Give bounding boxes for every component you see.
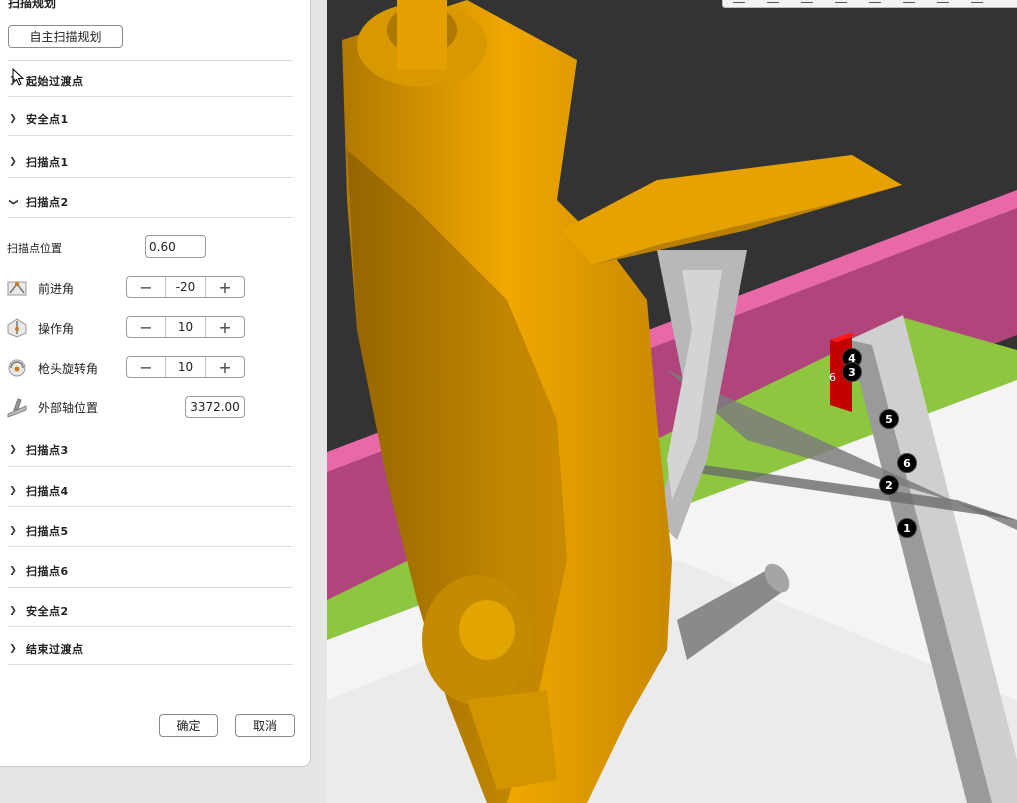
external-axis-label: 外部轴位置 (38, 401, 99, 415)
chevron-right-icon: ❯ (9, 566, 17, 576)
confirm-button[interactable]: 确定 (159, 714, 218, 737)
divider (8, 587, 293, 588)
section-label: 扫描点5 (26, 525, 69, 538)
divider (8, 96, 293, 97)
scan-marker-label: 6 (829, 371, 836, 384)
section-safe-point-2[interactable]: ❯ 安全点2 (0, 600, 300, 622)
section-label: 扫描点2 (26, 196, 69, 209)
robot-top-post (397, 0, 447, 70)
external-axis-icon (7, 398, 27, 418)
toolbar-icon[interactable] (835, 0, 847, 3)
scan-position-label: 扫描点位置 (7, 242, 62, 255)
3d-viewport[interactable]: 4 3 6 5 6 2 1 (327, 0, 1017, 803)
section-scan-point-2[interactable]: ❯ 扫描点2 (0, 191, 300, 213)
advance-angle-icon (7, 281, 27, 296)
increment-button[interactable]: + (206, 317, 244, 337)
scan-planning-panel: 扫描规划 自主扫描规划 ❯ 起始过渡点 ❯ 安全点1 ❯ 扫描点1 ❯ 扫描点2… (0, 0, 311, 767)
divider (8, 664, 293, 665)
divider (8, 546, 293, 547)
divider (8, 135, 293, 136)
increment-button[interactable]: + (206, 277, 244, 297)
section-label: 起始过渡点 (26, 75, 84, 88)
scan-marker[interactable]: 2 (879, 475, 899, 495)
advance-angle-value[interactable]: -20 (165, 277, 206, 297)
section-scan-point-3[interactable]: ❯ 扫描点3 (0, 439, 300, 461)
torch-rotation-stepper: − 10 + (126, 356, 245, 378)
auto-scan-planning-button[interactable]: 自主扫描规划 (8, 25, 123, 48)
work-angle-label: 操作角 (38, 322, 75, 336)
section-label: 扫描点3 (26, 444, 69, 457)
cancel-button[interactable]: 取消 (235, 714, 295, 737)
divider (8, 177, 293, 178)
chevron-right-icon: ❯ (9, 445, 17, 455)
viewport-toolbar (722, 0, 1017, 8)
chevron-right-icon: ❯ (9, 76, 17, 86)
robot-lower-joint-bore (459, 600, 515, 660)
section-start-transition[interactable]: ❯ 起始过渡点 (0, 70, 300, 92)
work-angle-value[interactable]: 10 (165, 317, 206, 337)
scan-position-input[interactable]: 0.60 (145, 235, 206, 258)
toolbar-icon[interactable] (733, 0, 745, 3)
decrement-button[interactable]: − (127, 317, 165, 337)
chevron-right-icon: ❯ (9, 606, 17, 616)
divider (8, 217, 293, 218)
chevron-right-icon: ❯ (9, 157, 17, 167)
decrement-button[interactable]: − (127, 277, 165, 297)
toolbar-icon[interactable] (801, 0, 813, 3)
chevron-right-icon: ❯ (9, 486, 17, 496)
chevron-down-icon: ❯ (8, 198, 18, 206)
divider (8, 506, 293, 507)
scan-marker[interactable]: 3 (842, 362, 862, 382)
section-label: 扫描点6 (26, 565, 69, 578)
divider (8, 626, 293, 627)
external-axis-input[interactable]: 3372.00 (185, 396, 245, 418)
section-safe-point-1[interactable]: ❯ 安全点1 (0, 108, 300, 130)
chevron-right-icon: ❯ (9, 526, 17, 536)
toolbar-icon[interactable] (767, 0, 779, 3)
section-label: 扫描点1 (26, 156, 69, 169)
work-angle-icon (7, 318, 27, 338)
toolbar-icon[interactable] (869, 0, 881, 3)
section-scan-point-4[interactable]: ❯ 扫描点4 (0, 480, 300, 502)
scan-marker[interactable]: 1 (897, 518, 917, 538)
chevron-right-icon: ❯ (9, 114, 17, 124)
chevron-right-icon: ❯ (9, 644, 17, 654)
toolbar-icon[interactable] (971, 0, 983, 3)
panel-title: 扫描规划 (8, 0, 57, 10)
scan-marker[interactable]: 6 (897, 453, 917, 473)
decrement-button[interactable]: − (127, 357, 165, 377)
section-scan-point-1[interactable]: ❯ 扫描点1 (0, 151, 300, 173)
divider (8, 60, 293, 61)
torch-rotation-label: 枪头旋转角 (38, 362, 99, 376)
advance-angle-label: 前进角 (38, 282, 75, 296)
toolbar-icon[interactable] (937, 0, 949, 3)
scene-render (327, 0, 1017, 803)
section-label: 安全点1 (26, 113, 69, 126)
torch-rotation-value[interactable]: 10 (165, 357, 206, 377)
section-label: 结束过渡点 (26, 643, 84, 656)
section-scan-point-6[interactable]: ❯ 扫描点6 (0, 560, 300, 582)
toolbar-icon[interactable] (903, 0, 915, 3)
section-label: 安全点2 (26, 605, 69, 618)
divider (8, 466, 293, 467)
section-end-transition[interactable]: ❯ 结束过渡点 (0, 638, 300, 660)
increment-button[interactable]: + (206, 357, 244, 377)
torch-rotation-icon (8, 359, 26, 377)
scan-marker[interactable]: 5 (879, 409, 899, 429)
robot-torch-arm (562, 155, 902, 265)
work-angle-stepper: − 10 + (126, 316, 245, 338)
advance-angle-stepper: − -20 + (126, 276, 245, 298)
section-scan-point-5[interactable]: ❯ 扫描点5 (0, 520, 300, 542)
section-label: 扫描点4 (26, 485, 69, 498)
